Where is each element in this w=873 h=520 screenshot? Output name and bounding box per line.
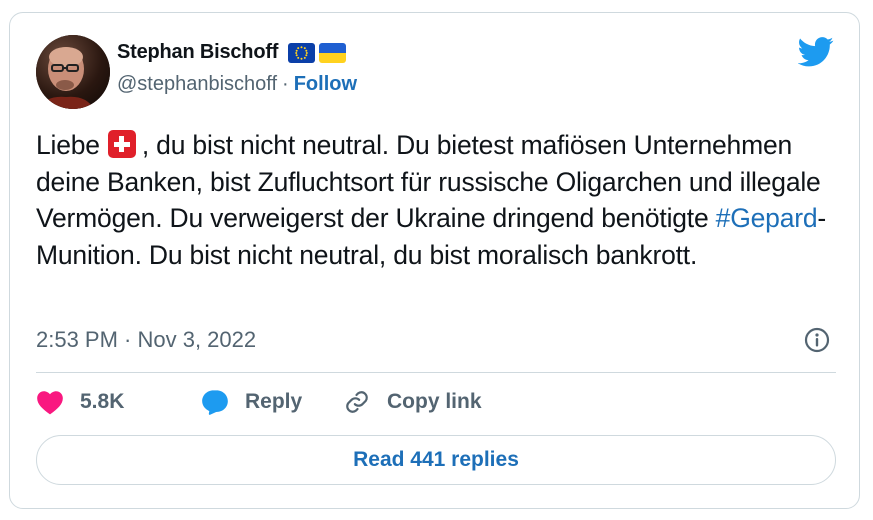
divider [36,372,836,373]
copy-link-button[interactable]: Copy link [343,389,482,415]
like-count: 5.8K [80,390,125,413]
read-replies-button[interactable]: Read 441 replies [36,435,836,485]
link-icon [346,391,368,413]
author-handle[interactable]: @stephanbischoff [117,73,277,96]
author-display-name[interactable]: Stephan Bischoff [117,41,278,64]
avatar[interactable] [36,35,110,109]
tweet-text: Liebe, du bist nicht neutral. Du bietest… [36,127,846,273]
reply-bubble-icon [202,390,228,415]
twitter-bird-icon[interactable] [797,37,834,67]
reply-button[interactable]: Reply [201,389,343,415]
info-icon[interactable] [804,327,830,353]
like-button[interactable]: 5.8K [36,389,201,415]
eu-flag-icon [288,42,316,63]
swiss-flag-icon [107,130,136,158]
follow-button[interactable]: Follow [294,73,357,96]
separator-dot: · [282,73,289,95]
hashtag-link[interactable]: #Gepard [716,203,818,233]
tweet-text-part1: Liebe [36,130,100,160]
ukraine-flag-icon [319,42,347,63]
tweet-text-part2: , du bist nicht neutral. Du bietest mafi… [36,130,821,233]
action-bar: 5.8K Reply Copy link [36,389,482,415]
copy-link-label: Copy link [387,390,482,413]
tweet-timestamp[interactable]: 2:53 PM · Nov 3, 2022 [36,327,256,353]
tweet-card[interactable]: Stephan Bischoff @stephanbischoff · Foll… [9,12,860,509]
heart-icon [37,391,63,415]
reply-label: Reply [245,390,303,413]
